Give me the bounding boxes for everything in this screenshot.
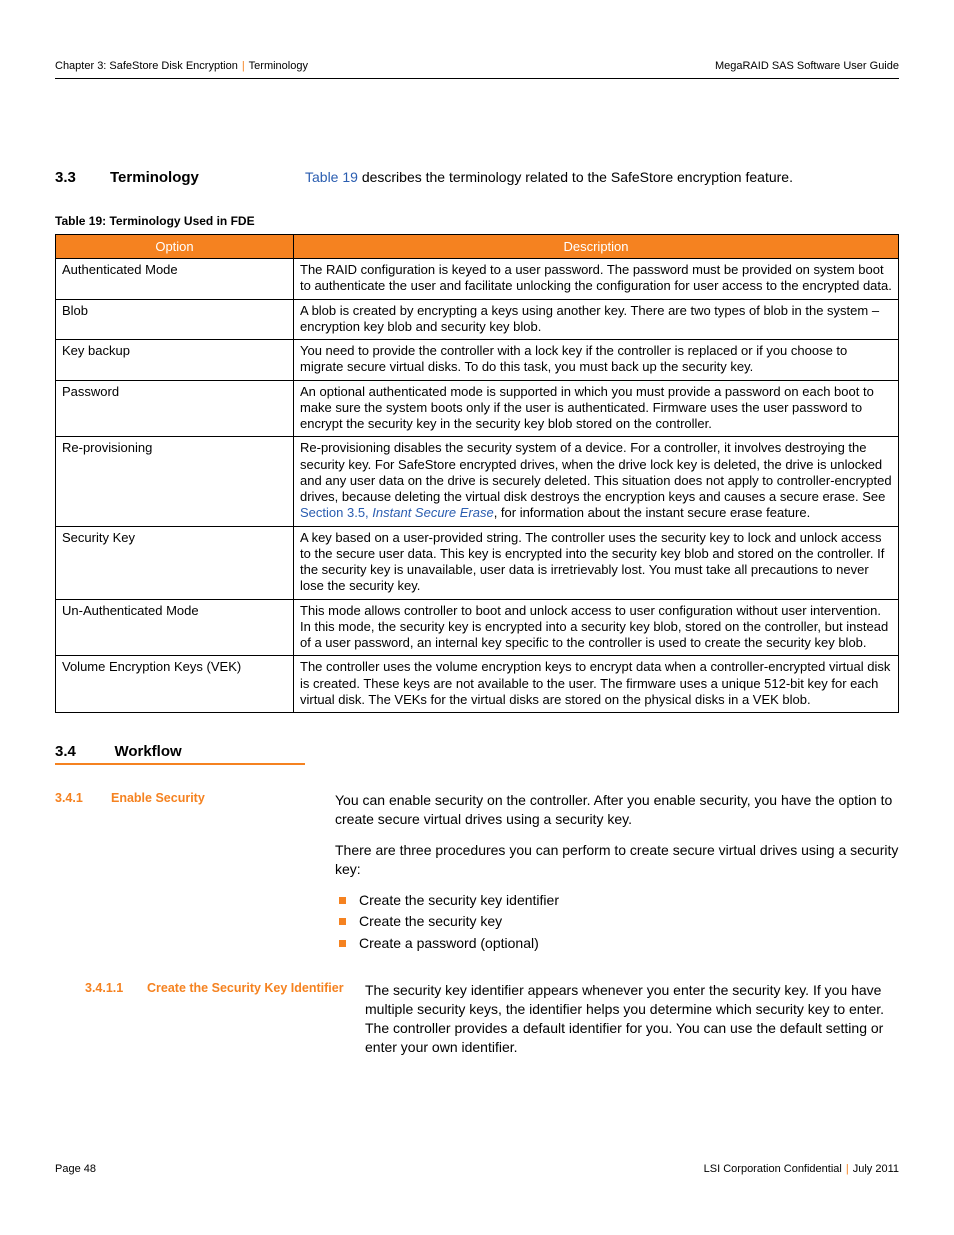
table-row: Re-provisioning Re-provisioning disables… [56, 437, 899, 526]
table-header-description: Description [294, 235, 899, 259]
section-link[interactable]: Section 3.5, [300, 505, 372, 520]
section-title: Terminology [110, 169, 305, 186]
subsection-body: The security key identifier appears when… [365, 981, 899, 1069]
table-row: Volume Encryption Keys (VEK) The control… [56, 656, 899, 713]
cell-desc: This mode allows controller to boot and … [294, 599, 899, 656]
subsection-title: Create the Security Key Identifier [147, 981, 344, 995]
table-row: Password An optional authenticated mode … [56, 380, 899, 437]
cell-desc: You need to provide the controller with … [294, 340, 899, 381]
paragraph: The security key identifier appears when… [365, 981, 899, 1057]
table-header-option: Option [56, 235, 294, 259]
cell-option: Blob [56, 299, 294, 340]
table-row: Key backup You need to provide the contr… [56, 340, 899, 381]
cell-option: Security Key [56, 526, 294, 599]
table-caption: Table 19: Terminology Used in FDE [55, 214, 899, 228]
section-intro: Table 19 describes the terminology relat… [305, 169, 899, 185]
section-3-4: 3.4 Workflow 3.4.1 Enable Security You c… [55, 743, 899, 1069]
footer-page: Page 48 [55, 1163, 96, 1175]
section-link-italic[interactable]: Instant Secure Erase [372, 505, 493, 520]
subsection-3-4-1-1: 3.4.1.1 Create the Security Key Identifi… [55, 981, 899, 1069]
cell-desc: Re-provisioning disables the security sy… [294, 437, 899, 526]
page-header: Chapter 3: SafeStore Disk Encryption|Ter… [55, 60, 899, 79]
table-row: Un-Authenticated Mode This mode allows c… [56, 599, 899, 656]
cell-desc-text: Re-provisioning disables the security sy… [300, 440, 892, 504]
cell-option: Re-provisioning [56, 437, 294, 526]
section-title: Workflow [114, 743, 181, 760]
cell-desc-text: , for information about the instant secu… [494, 505, 811, 520]
section-number: 3.4 [55, 743, 110, 760]
list-item: Create the security key [335, 912, 899, 931]
header-left: Chapter 3: SafeStore Disk Encryption|Ter… [55, 60, 308, 72]
section-3-3-heading: 3.3 Terminology Table 19 describes the t… [55, 169, 899, 186]
cell-option: Un-Authenticated Mode [56, 599, 294, 656]
table-row: Authenticated Mode The RAID configuratio… [56, 259, 899, 300]
paragraph: There are three procedures you can perfo… [335, 841, 899, 879]
header-section: Terminology [249, 60, 308, 72]
cell-desc: An optional authenticated mode is suppor… [294, 380, 899, 437]
list-item: Create the security key identifier [335, 891, 899, 910]
footer-confidential: LSI Corporation Confidential [704, 1163, 842, 1175]
terminology-table: Option Description Authenticated Mode Th… [55, 234, 899, 713]
cell-option: Volume Encryption Keys (VEK) [56, 656, 294, 713]
subsection-number: 3.4.1.1 [85, 981, 131, 995]
table-row: Security Key A key based on a user-provi… [56, 526, 899, 599]
paragraph: You can enable security on the controlle… [335, 791, 899, 829]
table-row: Blob A blob is created by encrypting a k… [56, 299, 899, 340]
subsection-heading: 3.4.1.1 Create the Security Key Identifi… [55, 981, 365, 995]
subsection-title: Enable Security [111, 791, 205, 805]
cell-option: Key backup [56, 340, 294, 381]
header-doc-title: MegaRAID SAS Software User Guide [715, 60, 899, 72]
subsection-body: You can enable security on the controlle… [335, 791, 899, 963]
cell-desc: The controller uses the volume encryptio… [294, 656, 899, 713]
list-item: Create a password (optional) [335, 934, 899, 953]
separator-icon: | [238, 60, 249, 72]
subsection-3-4-1: 3.4.1 Enable Security You can enable sec… [55, 791, 899, 963]
bullet-list: Create the security key identifier Creat… [335, 891, 899, 954]
section-intro-text: describes the terminology related to the… [358, 169, 793, 185]
cell-option: Password [56, 380, 294, 437]
footer-date: July 2011 [853, 1163, 899, 1175]
cell-desc: The RAID configuration is keyed to a use… [294, 259, 899, 300]
cell-desc: A key based on a user-provided string. T… [294, 526, 899, 599]
subsection-heading: 3.4.1 Enable Security [55, 791, 335, 805]
table-link[interactable]: Table 19 [305, 169, 358, 185]
section-3-4-heading: 3.4 Workflow [55, 743, 305, 765]
separator-icon: | [842, 1163, 853, 1175]
footer-right: LSI Corporation Confidential|July 2011 [704, 1163, 899, 1175]
header-chapter: Chapter 3: SafeStore Disk Encryption [55, 60, 238, 72]
cell-option: Authenticated Mode [56, 259, 294, 300]
section-number: 3.3 [55, 169, 110, 186]
subsection-number: 3.4.1 [55, 791, 95, 805]
page-footer: Page 48 LSI Corporation Confidential|Jul… [55, 1162, 899, 1175]
cell-desc: A blob is created by encrypting a keys u… [294, 299, 899, 340]
